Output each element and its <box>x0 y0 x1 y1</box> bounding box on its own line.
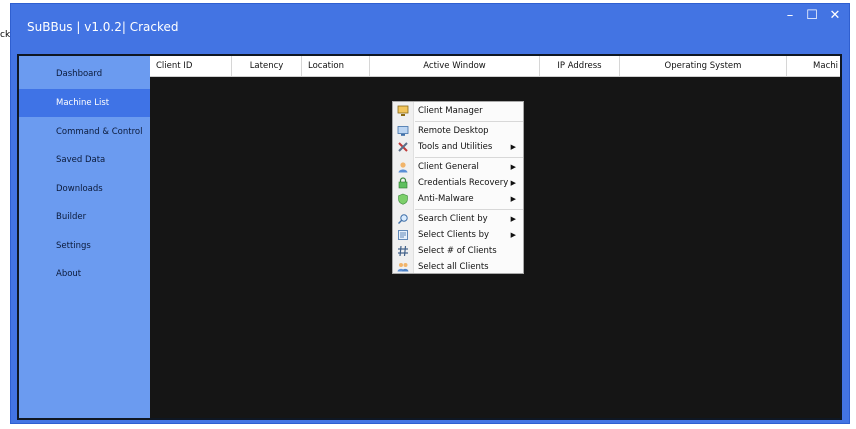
menu-item-select-number-of-clients[interactable]: Select # of Clients <box>393 244 523 259</box>
column-location[interactable]: Location <box>302 56 370 76</box>
submenu-arrow-icon: ▶ <box>510 179 516 187</box>
monitor-icon <box>397 105 409 117</box>
column-machine[interactable]: Machi <box>787 56 840 76</box>
sidebar-item-command-control[interactable]: Command & Control <box>19 118 150 146</box>
sidebar-item-downloads[interactable]: Downloads <box>19 175 150 203</box>
table-header: Client ID Latency Location Active Window… <box>150 56 840 77</box>
shield-icon <box>397 193 409 205</box>
menu-item-anti-malware[interactable]: Anti-Malware ▶ <box>393 192 523 207</box>
menu-item-select-clients-by[interactable]: Select Clients by ▶ <box>393 228 523 243</box>
sidebar-item-about[interactable]: About <box>19 260 150 288</box>
submenu-arrow-icon: ▶ <box>510 163 516 171</box>
menu-item-tools-and-utilities[interactable]: Tools and Utilities ▶ <box>393 140 523 155</box>
menu-item-search-client-by[interactable]: Search Client by ▶ <box>393 212 523 227</box>
tools-icon <box>397 141 409 153</box>
column-active-window[interactable]: Active Window <box>370 56 540 76</box>
sidebar-item-settings[interactable]: Settings <box>19 232 150 260</box>
group-icon <box>397 261 409 273</box>
menu-separator <box>415 209 523 210</box>
desktop-icon <box>397 125 409 137</box>
menu-separator <box>415 121 523 122</box>
menu-item-credentials-recovery[interactable]: Credentials Recovery ▶ <box>393 176 523 191</box>
minimize-button[interactable]: – <box>781 8 799 23</box>
column-latency[interactable]: Latency <box>232 56 302 76</box>
sidebar-item-saved-data[interactable]: Saved Data <box>19 146 150 174</box>
user-icon <box>397 161 409 173</box>
lock-icon <box>397 177 409 189</box>
column-operating-system[interactable]: Operating System <box>620 56 787 76</box>
menu-item-select-all-clients[interactable]: Select all Clients <box>393 260 523 275</box>
menu-item-remote-desktop[interactable]: Remote Desktop <box>393 124 523 139</box>
submenu-arrow-icon: ▶ <box>510 143 516 151</box>
sidebar-item-builder[interactable]: Builder <box>19 203 150 231</box>
window-title: SuBBus | v1.0.2| Cracked <box>27 20 179 34</box>
column-client-id[interactable]: Client ID <box>150 56 232 76</box>
column-ip-address[interactable]: IP Address <box>540 56 620 76</box>
maximize-button[interactable]: ☐ <box>803 8 821 23</box>
sidebar-item-machine-list[interactable]: Machine List <box>19 89 150 117</box>
background-edge-text: ck <box>0 30 11 40</box>
sidebar: Dashboard Machine List Command & Control… <box>19 56 150 418</box>
submenu-arrow-icon: ▶ <box>510 231 516 239</box>
menu-separator <box>415 157 523 158</box>
context-menu: Client Manager Remote Desktop Tools and … <box>392 101 524 274</box>
search-icon <box>397 213 409 225</box>
submenu-arrow-icon: ▶ <box>510 215 516 223</box>
hash-icon <box>397 245 409 257</box>
menu-item-client-general[interactable]: Client General ▶ <box>393 160 523 175</box>
select-list-icon <box>397 229 409 241</box>
menu-item-client-manager[interactable]: Client Manager <box>393 104 523 119</box>
close-button[interactable]: ✕ <box>826 8 844 23</box>
submenu-arrow-icon: ▶ <box>510 195 516 203</box>
sidebar-item-dashboard[interactable]: Dashboard <box>19 60 150 88</box>
